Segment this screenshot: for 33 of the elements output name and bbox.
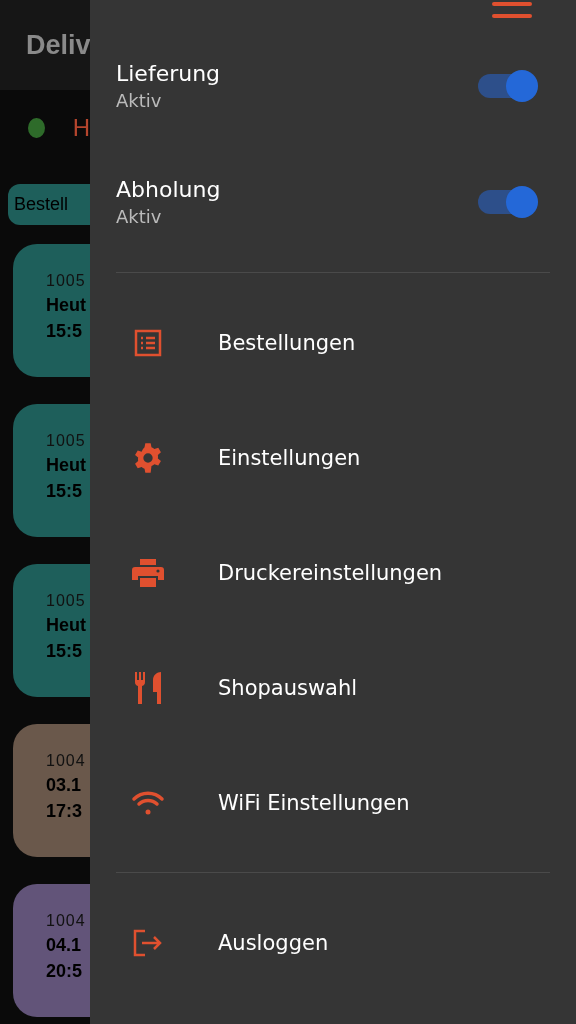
- menu-item[interactable]: Shopauswahl: [116, 630, 550, 745]
- menu-item[interactable]: Druckereinstellungen: [116, 515, 550, 630]
- order-time: 15:5: [46, 641, 83, 662]
- order-date: Heut: [46, 295, 86, 316]
- order-number: 1005: [46, 592, 86, 610]
- order-number: 1004: [46, 752, 86, 770]
- status-text: H: [72, 114, 90, 142]
- menu-item[interactable]: Bestellungen: [116, 285, 550, 400]
- toggle-status: Aktiv: [116, 90, 163, 111]
- toggle-status: Aktiv: [116, 206, 163, 227]
- list-icon: [134, 328, 162, 357]
- order-time: 20:5: [46, 961, 83, 982]
- order-number: 1005: [46, 432, 86, 450]
- order-time: 15:5: [46, 321, 83, 342]
- settings-icon: [132, 441, 164, 474]
- wifi-icon: [131, 789, 165, 816]
- menu-item[interactable]: Einstellungen: [116, 400, 550, 515]
- order-time: 17:3: [46, 801, 83, 822]
- toggle-label: Abholung: [116, 177, 221, 202]
- order-date: Heut: [46, 615, 86, 636]
- order-number: 1005: [46, 272, 86, 290]
- logout-item[interactable]: Ausloggen: [116, 885, 550, 1000]
- order-date: Heut: [46, 455, 86, 476]
- logout-icon: [133, 928, 163, 957]
- menu-item[interactable]: WiFi Einstellungen: [116, 745, 550, 860]
- order-date: 03.1: [46, 775, 82, 796]
- cutlery-icon: [133, 671, 163, 704]
- order-time: 15:5: [46, 481, 83, 502]
- printer-icon: [132, 558, 164, 587]
- toggle-label: Lieferung: [116, 61, 221, 86]
- order-date: 04.1: [46, 935, 82, 956]
- app-title: Deliv: [26, 29, 90, 61]
- order-number: 1004: [46, 912, 86, 930]
